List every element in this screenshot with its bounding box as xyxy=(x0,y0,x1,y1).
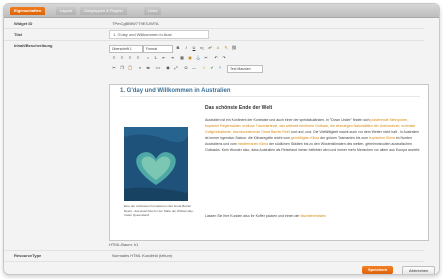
char-map-icon[interactable]: Ω xyxy=(183,65,189,71)
highlighted-text: mediterranen Klima xyxy=(237,142,269,146)
text-color-icon[interactable]: A xyxy=(215,45,221,51)
editor-paragraph-2: Lassen Sie Ihre Kunden also ihr Koffer p… xyxy=(205,213,423,219)
format-select[interactable]: Format xyxy=(143,45,173,53)
redo-icon[interactable]: ↷ xyxy=(221,55,227,61)
paragraph-text: Lassen Sie Ihre Kunden also ihr Koffer p… xyxy=(205,214,301,218)
image-icon[interactable]: ▣ xyxy=(187,55,193,61)
replace-icon[interactable]: ⇆ xyxy=(145,65,151,71)
underline-button[interactable]: U xyxy=(191,45,197,51)
rich-text-editor[interactable]: 1. G'day und Willkommen in Australien Ei… xyxy=(109,84,429,241)
widget-id-label: Widget ID xyxy=(14,21,33,26)
editor-subheading: Das schönste Ende der Welt xyxy=(205,105,273,111)
align-right-icon[interactable]: ≡ xyxy=(127,55,133,61)
copy-icon[interactable]: ❐ xyxy=(119,65,125,71)
help-icon[interactable]: ? xyxy=(217,65,223,71)
justify-icon[interactable]: ≡ xyxy=(135,55,141,61)
spellcheck-icon[interactable]: ✔ xyxy=(209,65,215,71)
dialog-window: Eigenschaften Layout Zielgruppen & Regel… xyxy=(3,3,440,275)
highlighted-text: gemäßigten Klima xyxy=(290,136,320,140)
paste-icon[interactable]: 📋 xyxy=(127,65,133,71)
editor-toolbar-row-3: ✂ ❐ 📋 ⌕ ⇆ <> ◉ ⤢ Ω — ☺ ✔ ? Text Mauslen xyxy=(109,64,427,73)
cancel-button[interactable]: Abbrechen xyxy=(402,266,436,274)
editor-toolbar-row-2: ≡ ≡ ≡ ≡ • 1. ⇤ ⇥ ▦ ▣ ⚓ ✂ ↶ ↷ xyxy=(109,54,427,62)
bullet-list-icon[interactable]: • xyxy=(145,55,151,61)
style-select[interactable]: Überschrift 1 xyxy=(109,45,143,53)
fullscreen-icon[interactable]: ⤢ xyxy=(173,65,179,71)
heart-reef-image xyxy=(124,127,188,201)
editor-toolbar-row-1: Überschrift 1 Format B I U x₂ x² A ✎ ⛓ xyxy=(109,44,427,53)
tab-zielgruppen-regeln[interactable]: Zielgruppen & Regeln xyxy=(80,7,127,15)
tab-layout[interactable]: Layout xyxy=(56,7,77,15)
numbered-list-icon[interactable]: 1. xyxy=(153,55,159,61)
italic-button[interactable]: I xyxy=(183,45,189,51)
highlighted-text: faszinierendsten xyxy=(300,214,326,218)
title-input[interactable]: 1. G'day und Willkommen in Aust xyxy=(109,30,209,39)
image-caption: Eine der schönsten Formationen des Great… xyxy=(124,204,194,217)
emoticon-icon[interactable]: ☺ xyxy=(201,65,207,71)
tab-bar: Eigenschaften Layout Zielgruppen & Regel… xyxy=(4,4,439,18)
text-select[interactable]: Text Mauslen xyxy=(227,65,263,73)
cut-icon[interactable]: ✂ xyxy=(111,65,117,71)
editor-status-bar: HTML-Baum: h1 xyxy=(109,242,139,247)
indent-icon[interactable]: ⇥ xyxy=(169,55,175,61)
undo-icon[interactable]: ↶ xyxy=(213,55,219,61)
outdent-icon[interactable]: ⇤ xyxy=(161,55,167,61)
paragraph-text: Australien ist ein Kontinent der Kontras… xyxy=(205,118,371,122)
highlight-icon[interactable]: ✎ xyxy=(223,45,229,51)
bold-button[interactable]: B xyxy=(175,45,181,51)
hr-icon[interactable]: — xyxy=(191,65,197,71)
link-icon[interactable]: ⛓ xyxy=(231,45,237,51)
source-icon[interactable]: <> xyxy=(155,65,161,71)
tab-eigenschaften[interactable]: Eigenschaften xyxy=(10,7,46,15)
widget-id-value: TPmCgBBfW7T9ESJWTA xyxy=(112,21,159,26)
find-icon[interactable]: ⌕ xyxy=(137,65,143,71)
widget-id-row: Widget ID TPmCgBBfW7T9ESJWTA xyxy=(4,19,424,29)
preview-icon[interactable]: ◉ xyxy=(165,65,171,71)
superscript-button[interactable]: x² xyxy=(207,45,213,51)
editor-paragraph-1: Australien ist ein Kontinent der Kontras… xyxy=(205,117,423,153)
unlink-icon[interactable]: ✂ xyxy=(203,55,209,61)
align-left-icon[interactable]: ≡ xyxy=(111,55,117,61)
resource-type-label: ResourceType xyxy=(14,253,42,258)
editor-heading: 1. G'day und Willkommen in Australien xyxy=(120,88,420,97)
resource-type-row: ResourceType Normales HTML Kundfeld (lei… xyxy=(4,250,424,262)
title-row: Titel 1. G'day und Willkommen in Aust xyxy=(4,29,424,41)
align-center-icon[interactable]: ≡ xyxy=(119,55,125,61)
resource-type-value: Normales HTML Kundfeld (leitum) xyxy=(112,253,173,258)
paragraph-text: der grünen Tasmanien bis zum xyxy=(319,136,369,140)
anchor-icon[interactable]: ⚓ xyxy=(195,55,201,61)
title-label: Titel xyxy=(14,32,23,37)
subscript-button[interactable]: x₂ xyxy=(199,45,205,51)
heart-reef-illustration xyxy=(124,127,188,201)
highlighted-text: tropischen Klima xyxy=(368,136,395,140)
tab-links[interactable]: Links xyxy=(144,7,162,15)
save-button[interactable]: Speichern xyxy=(362,266,394,274)
table-icon[interactable]: ▦ xyxy=(179,55,185,61)
content-label: Inhalt/Beschreibung xyxy=(14,43,53,48)
